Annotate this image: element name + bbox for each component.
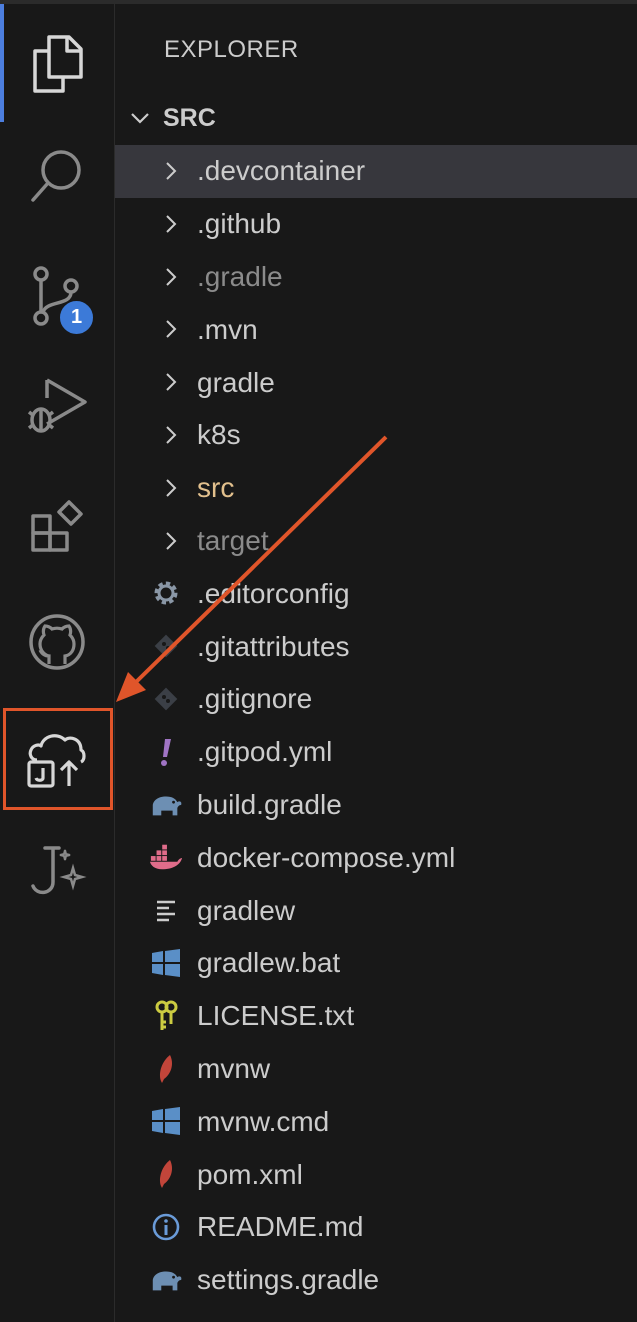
run-debug-button[interactable] — [0, 352, 114, 464]
annotation-highlight-box — [3, 708, 113, 810]
file-label: gradlew.bat — [197, 947, 341, 979]
text-lines-icon — [149, 893, 183, 927]
file-label: .gitattributes — [197, 630, 350, 662]
tree-file-gitignore[interactable]: .gitignore — [115, 673, 637, 726]
chevron-right-icon — [166, 479, 177, 497]
root-folder-header[interactable]: SRC — [115, 96, 637, 140]
windows-icon — [149, 946, 183, 980]
chevron-right-icon — [166, 162, 177, 180]
folder-label: .gradle — [197, 260, 283, 292]
tree-folder-k8s[interactable]: k8s — [115, 409, 637, 462]
java-sparkle-icon — [31, 846, 87, 895]
info-icon — [149, 1210, 183, 1244]
source-control-badge: 1 — [58, 299, 95, 336]
run-debug-icon — [27, 378, 87, 433]
tree-folder-github[interactable]: .github — [115, 198, 637, 251]
chevron-down-icon — [131, 113, 149, 124]
search-icon — [31, 150, 81, 202]
file-label: mvnw.cmd — [197, 1105, 330, 1137]
file-label: LICENSE.txt — [197, 1000, 355, 1032]
tree-file-pom[interactable]: pom.xml — [115, 1148, 637, 1201]
files-icon — [33, 35, 83, 93]
chevron-right-icon — [166, 373, 177, 391]
folder-label: .mvn — [197, 313, 258, 345]
tree-file-mvnw-cmd[interactable]: mvnw.cmd — [115, 1095, 637, 1148]
git-icon — [149, 629, 183, 663]
tree-folder-devcontainer[interactable]: .devcontainer — [115, 145, 637, 198]
folder-label: .devcontainer — [197, 155, 366, 187]
tree-file-license[interactable]: LICENSE.txt — [115, 990, 637, 1043]
tree-file-gradlew[interactable]: gradlew — [115, 884, 637, 937]
file-tree: .devcontainer .github .gradle .mvn gradl… — [115, 145, 637, 1307]
explorer-sidebar: EXPLORER SRC .devcontainer .github .grad… — [115, 4, 637, 1322]
tree-file-gradlew-bat[interactable]: gradlew.bat — [115, 937, 637, 990]
maven-feather-icon — [149, 1157, 183, 1191]
tree-file-build-gradle[interactable]: build.gradle — [115, 779, 637, 832]
tree-file-mvnw[interactable]: mvnw — [115, 1043, 637, 1096]
extensions-button[interactable] — [0, 470, 114, 582]
folder-label: src — [197, 472, 235, 504]
gitpod-icon — [149, 735, 183, 769]
tree-folder-target[interactable]: target — [115, 515, 637, 568]
file-label: gradlew — [197, 894, 296, 926]
tree-folder-gradle[interactable]: gradle — [115, 356, 637, 409]
tree-file-editorconfig[interactable]: .editorconfig — [115, 567, 637, 620]
folder-label: k8s — [197, 419, 241, 451]
tree-file-settings-gradle[interactable]: settings.gradle — [115, 1254, 637, 1307]
chevron-right-icon — [166, 267, 177, 286]
chevron-right-icon — [166, 320, 177, 339]
key-icon — [149, 999, 183, 1033]
tree-folder-gradle-cache[interactable]: .gradle — [115, 251, 637, 304]
search-button[interactable] — [0, 120, 114, 232]
root-folder-label: SRC — [163, 103, 216, 132]
java-ai-button[interactable] — [0, 816, 114, 928]
file-label: .gitignore — [197, 683, 313, 715]
gear-icon — [149, 576, 183, 610]
file-label: pom.xml — [197, 1158, 303, 1190]
tree-folder-mvn[interactable]: .mvn — [115, 303, 637, 356]
chevron-right-icon — [166, 215, 177, 233]
folder-label: target — [197, 524, 269, 556]
folder-label: gradle — [197, 366, 275, 398]
gradle-elephant-icon — [149, 1263, 183, 1297]
activity-bar: 1 — [0, 4, 115, 1322]
maven-feather-icon — [149, 1052, 183, 1086]
file-label: mvnw — [197, 1052, 271, 1084]
explorer-button[interactable] — [0, 8, 114, 120]
tree-file-gitattributes[interactable]: .gitattributes — [115, 620, 637, 673]
git-icon — [149, 682, 183, 716]
folder-label: .github — [197, 208, 282, 240]
chevron-right-icon — [166, 426, 177, 444]
chevron-right-icon — [166, 531, 177, 550]
file-label: .editorconfig — [197, 577, 350, 609]
explorer-title: EXPLORER — [164, 36, 299, 63]
tree-folder-src[interactable]: src — [115, 462, 637, 515]
file-label: README.md — [197, 1211, 364, 1243]
tree-file-readme[interactable]: README.md — [115, 1201, 637, 1254]
windows-icon — [149, 1104, 183, 1138]
gradle-elephant-icon — [149, 788, 183, 822]
file-label: docker-compose.yml — [197, 841, 456, 873]
tree-file-docker-compose[interactable]: docker-compose.yml — [115, 831, 637, 884]
extensions-icon — [31, 500, 83, 552]
file-label: settings.gradle — [197, 1264, 380, 1296]
tree-file-gitpod[interactable]: .gitpod.yml — [115, 726, 637, 779]
source-control-button[interactable]: 1 — [0, 240, 114, 352]
github-button[interactable] — [0, 586, 114, 698]
file-label: build.gradle — [197, 788, 342, 820]
docker-icon — [149, 840, 183, 874]
github-icon — [29, 614, 85, 670]
file-label: .gitpod.yml — [197, 736, 333, 768]
